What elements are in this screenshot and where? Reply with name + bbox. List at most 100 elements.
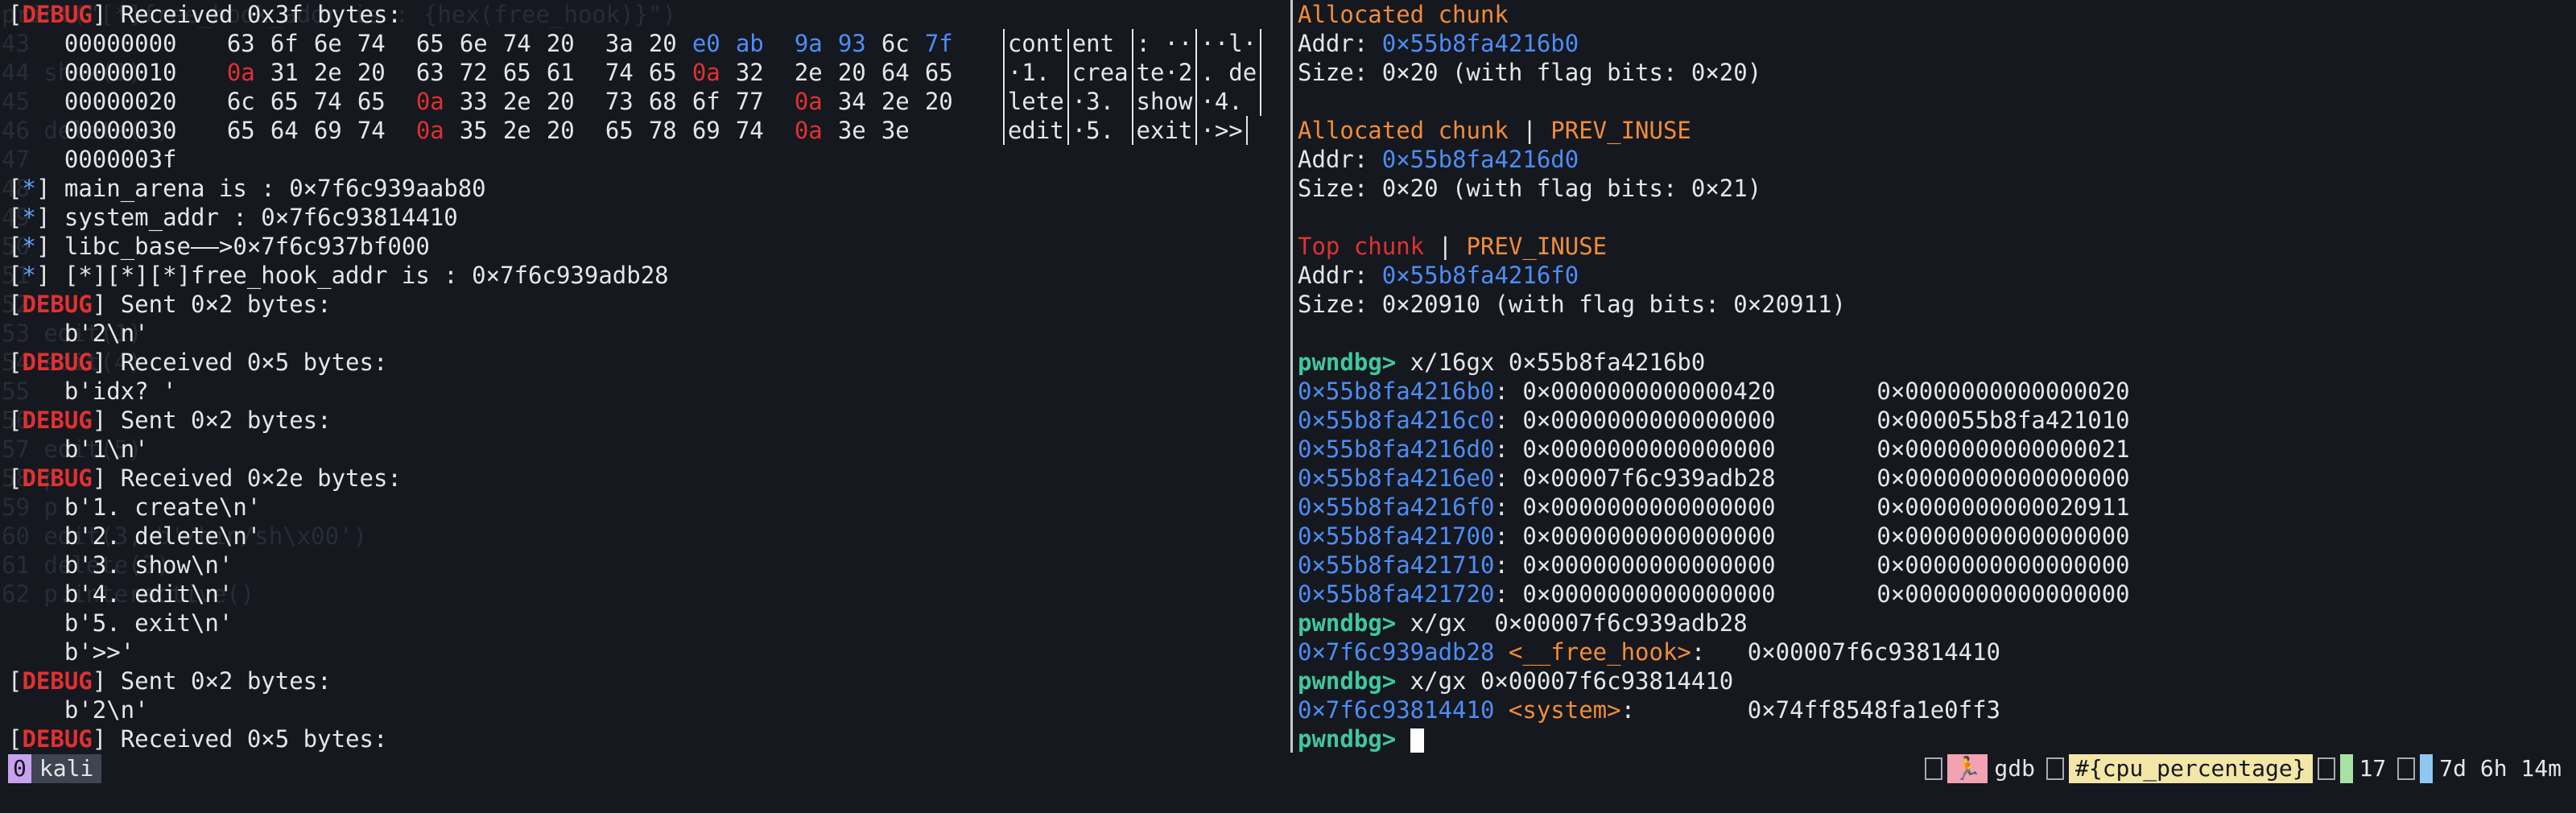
right-terminal-pane-pwndbg[interactable]: Allocated chunk Addr: 0×55b8fa4216b0 Siz… bbox=[1298, 0, 2576, 753]
memory-row: 0×55b8fa4216d0: 0×0000000000000000 0×0000… bbox=[1298, 435, 2130, 463]
memory-value: 0×0000000000000000 bbox=[1876, 580, 2130, 608]
info-line: [*] system_addr : 0×7f6c93814410 bbox=[8, 204, 458, 231]
memory-dump: 0×55b8fa4216b0: 0×0000000000000420 0×0000… bbox=[1298, 377, 2576, 609]
hex-ascii: ·1. crea te·2 . de bbox=[1002, 58, 1262, 87]
hex-byte: 20 bbox=[546, 30, 575, 57]
hex-group: 2e 20 64 65 bbox=[795, 58, 984, 87]
hex-byte: 0a bbox=[794, 88, 823, 115]
hex-ascii: cont ent : ·· ··l· bbox=[1002, 29, 1262, 58]
text-cursor[interactable] bbox=[1410, 728, 1424, 753]
uptime-icon bbox=[2397, 757, 2416, 780]
hex-group: 65 6e 74 20 bbox=[416, 29, 605, 58]
hex-byte: 33 bbox=[459, 88, 488, 115]
hex-byte: 77 bbox=[735, 88, 764, 115]
hexdump: 00000000 63 6f 6e 74 65 6e 74 20 3a 20 e0 ab 9a 93 6c 7f… bbox=[0, 29, 1288, 145]
debug-line: [DEBUG] Received 0×5 bytes: bbox=[8, 725, 388, 753]
chunk3-size: Size: 0×20910 (with flag bits: 0×20911) bbox=[1298, 291, 1846, 318]
hex-byte: 7f bbox=[924, 30, 953, 57]
debug-tag: DEBUG bbox=[22, 1, 93, 28]
ascii-chunk: crea bbox=[1071, 59, 1129, 86]
chunk1-addr: Addr: 0×55b8fa4216b0 bbox=[1298, 30, 1579, 57]
ascii-chunk: cont bbox=[1007, 30, 1064, 57]
hex-byte: 6c bbox=[226, 88, 255, 115]
debug-tag: DEBUG bbox=[22, 464, 93, 492]
memory-value: 0×0000000000020911 bbox=[1876, 493, 2130, 521]
hex-group: 0a 34 2e 20 bbox=[795, 87, 984, 116]
info-star: * bbox=[22, 262, 36, 289]
hex-byte: 6e bbox=[459, 30, 488, 57]
memory-value: 0×0000000000000000 bbox=[1876, 464, 2130, 492]
current-program: gdb bbox=[1994, 755, 2035, 782]
hex-ascii: lete ·3. show ·4. bbox=[1002, 87, 1262, 116]
debug-tag: DEBUG bbox=[22, 667, 93, 695]
command-line: pwndbg> x/gx 0×00007f6c93814410 bbox=[1298, 667, 1734, 695]
hex-group: 65 78 69 74 bbox=[605, 116, 795, 145]
hex-byte: 2e bbox=[313, 59, 342, 86]
hex-ascii: edit ·5. exit ·>> bbox=[1002, 116, 1248, 145]
memory-value: 0×0000000000000000 bbox=[1522, 551, 1776, 579]
payload-line: b'1\n' bbox=[8, 435, 149, 463]
hexdump-row: 00000020 6c 65 74 65 0a 33 2e 20 73 68 6f 77 0a 34 2e 20… bbox=[0, 87, 1288, 116]
received-header-line: [DEBUG] Received 0x3f bytes: bbox=[8, 1, 402, 28]
debug-tag: DEBUG bbox=[22, 406, 93, 434]
hexdump-row: 00000030 65 64 69 74 0a 35 2e 20 65 78 69 74 0a 3e 3e ed… bbox=[0, 116, 1288, 145]
ascii-chunk: ·3. bbox=[1071, 88, 1129, 115]
hex-group: 63 72 65 61 bbox=[416, 58, 605, 87]
counter-value: 17 bbox=[2359, 755, 2387, 782]
chunk3-addr: Addr: 0×55b8fa4216f0 bbox=[1298, 262, 1579, 289]
hex-byte: 74 bbox=[502, 30, 531, 57]
hex-group: 0a 31 2e 20 bbox=[227, 58, 416, 87]
ascii-chunk: ent bbox=[1071, 30, 1129, 57]
memory-row: 0×55b8fa421710: 0×0000000000000000 0×0000… bbox=[1298, 551, 2130, 579]
hex-byte: 65 bbox=[270, 88, 299, 115]
hex-offset: 00000010 bbox=[64, 59, 177, 86]
hex-byte: 0a bbox=[415, 117, 444, 144]
hex-byte: 65 bbox=[415, 30, 444, 57]
hex-byte: 65 bbox=[924, 59, 953, 86]
hex-byte: 2e bbox=[881, 88, 910, 115]
hex-byte: ab bbox=[735, 30, 764, 57]
cpu-icon bbox=[2046, 757, 2064, 780]
hex-byte: 9a bbox=[794, 30, 823, 57]
command-line: pwndbg> x/gx 0×00007f6c939adb28 bbox=[1298, 609, 1748, 637]
hex-byte: 69 bbox=[313, 117, 342, 144]
counter-icon bbox=[2317, 757, 2335, 780]
info-line: [*] main_arena is : 0×7f6c939aab80 bbox=[8, 175, 486, 202]
memory-value: 0×0000000000000021 bbox=[1876, 435, 2130, 463]
window-index[interactable]: 0 bbox=[8, 754, 31, 783]
hexdump-row: 00000010 0a 31 2e 20 63 72 65 61 74 65 0a 32 2e 20 64 65… bbox=[0, 58, 1288, 87]
app-icon bbox=[1924, 757, 1942, 780]
debug-line: [DEBUG] Sent 0×2 bytes: bbox=[8, 291, 332, 318]
hex-byte: 78 bbox=[648, 117, 677, 144]
hex-group: 0a 3e 3e bbox=[795, 116, 984, 145]
memory-address: 0×55b8fa4216f0 bbox=[1298, 493, 1495, 521]
debug-line: [DEBUG] Received 0×5 bytes: bbox=[8, 349, 388, 376]
hex-byte: 20 bbox=[546, 117, 575, 144]
info-star: * bbox=[22, 175, 36, 202]
hex-group: 0a 33 2e 20 bbox=[416, 87, 605, 116]
payload-line: b'3. show\n' bbox=[8, 551, 233, 579]
debug-tag: DEBUG bbox=[22, 725, 93, 753]
memory-value: 0×000055b8fa421010 bbox=[1876, 406, 2130, 434]
hex-group: 74 65 0a 32 bbox=[605, 58, 795, 87]
hex-byte: 6c bbox=[881, 30, 910, 57]
window-name[interactable]: kali bbox=[31, 754, 102, 783]
hex-byte: 20 bbox=[357, 59, 386, 86]
memory-value: 0×0000000000000000 bbox=[1522, 522, 1776, 550]
memory-address: 0×55b8fa421700 bbox=[1298, 522, 1495, 550]
ascii-chunk: show bbox=[1136, 88, 1193, 115]
hex-byte: 6e bbox=[313, 30, 342, 57]
left-terminal-pane[interactable]: print("[*]free_hook_addr is : {hex(free_… bbox=[0, 0, 1288, 753]
pane-divider[interactable] bbox=[1290, 0, 1293, 753]
memory-value: 0×0000000000000000 bbox=[1876, 522, 2130, 550]
payload-line: b'5. exit\n' bbox=[8, 609, 233, 637]
memory-address: 0×55b8fa4216e0 bbox=[1298, 464, 1495, 492]
hex-byte: 74 bbox=[313, 88, 342, 115]
chunk2-addr: Addr: 0×55b8fa4216d0 bbox=[1298, 146, 1579, 173]
memory-row: 0×55b8fa4216f0: 0×0000000000000000 0×0000… bbox=[1298, 493, 2130, 521]
hex-byte: 64 bbox=[881, 59, 910, 86]
active-prompt[interactable]: pwndbg> bbox=[1298, 724, 2576, 753]
ascii-chunk: ·4. bbox=[1200, 88, 1257, 115]
chunk2-title: Allocated chunk | PREV_INUSE bbox=[1298, 117, 1691, 144]
hex-byte: 74 bbox=[357, 117, 386, 144]
